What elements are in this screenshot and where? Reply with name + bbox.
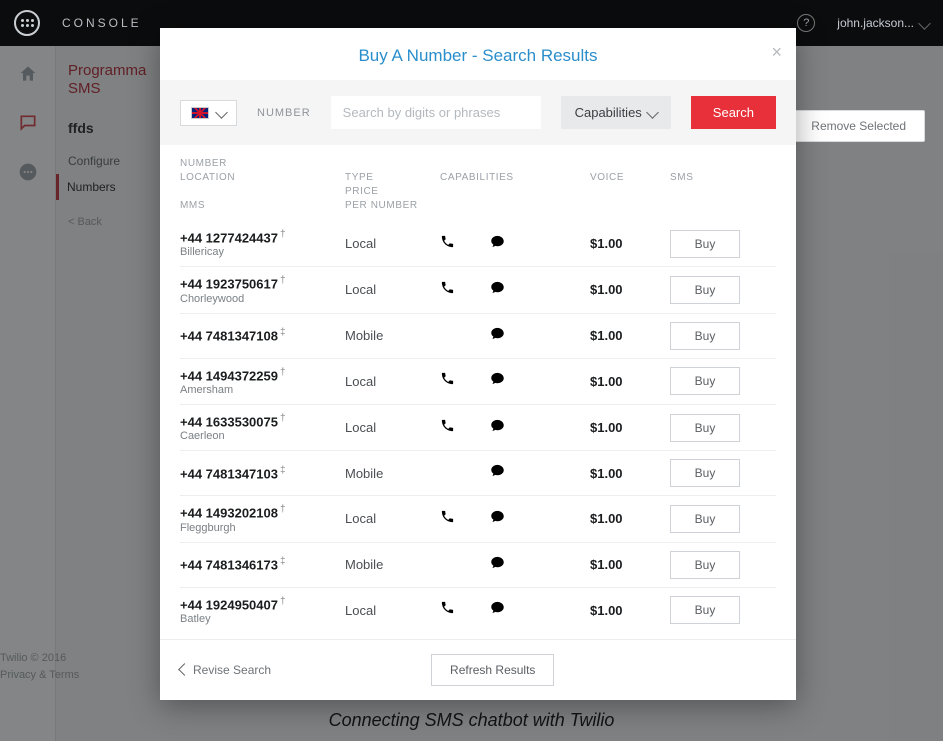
- sms-icon: [490, 600, 540, 620]
- country-select[interactable]: [180, 100, 237, 126]
- sms-icon: [490, 234, 540, 254]
- number-price: $1.00: [590, 282, 670, 297]
- buy-button[interactable]: Buy: [670, 551, 740, 579]
- number-price: $1.00: [590, 557, 670, 572]
- console-label[interactable]: CONSOLE: [62, 16, 142, 30]
- sms-icon: [490, 280, 540, 300]
- number-location: Batley: [180, 613, 345, 625]
- capabilities-button[interactable]: Capabilities: [561, 96, 671, 129]
- phone-number: +44 7481346173‡: [180, 556, 345, 572]
- sms-icon: [490, 326, 540, 346]
- number-label: NUMBER: [257, 107, 311, 119]
- buy-button[interactable]: Buy: [670, 230, 740, 258]
- number-price: $1.00: [590, 374, 670, 389]
- phone-number: +44 1494372259†: [180, 367, 345, 383]
- phone-number: +44 7481347103‡: [180, 465, 345, 481]
- phone-number: +44 7481347108‡: [180, 327, 345, 343]
- number-type: Local: [345, 374, 440, 389]
- revise-search-link[interactable]: Revise Search: [180, 663, 271, 677]
- number-type: Local: [345, 420, 440, 435]
- number-type: Local: [345, 282, 440, 297]
- search-button[interactable]: Search: [691, 96, 776, 129]
- chevron-down-icon: [215, 106, 228, 119]
- number-type: Local: [345, 511, 440, 526]
- buy-button[interactable]: Buy: [670, 276, 740, 304]
- table-row: +44 1924950407†BatleyLocal $1.00Buy: [180, 588, 776, 633]
- close-icon[interactable]: ×: [771, 42, 782, 63]
- number-location: Amersham: [180, 384, 345, 396]
- buy-button[interactable]: Buy: [670, 322, 740, 350]
- number-price: $1.00: [590, 511, 670, 526]
- number-location: Caerleon: [180, 430, 345, 442]
- voice-icon: [440, 509, 490, 529]
- number-price: $1.00: [590, 328, 670, 343]
- sms-icon: [490, 555, 540, 575]
- number-type: Local: [345, 236, 440, 251]
- number-location: Fleggburgh: [180, 522, 345, 534]
- help-icon[interactable]: ?: [797, 14, 815, 32]
- table-row: +44 1493202108† FleggburghLocal $1.00Buy: [180, 496, 776, 542]
- number-price: $1.00: [590, 420, 670, 435]
- number-type: Local: [345, 603, 440, 618]
- twilio-logo-icon[interactable]: [14, 10, 40, 36]
- buy-number-modal: Buy A Number - Search Results × NUMBER C…: [160, 28, 796, 700]
- table-row: +44 1923750617† ChorleywoodLocal $1.00Buy: [180, 267, 776, 313]
- phone-number: +44 1633530075†: [180, 413, 345, 429]
- voice-icon: [440, 418, 490, 438]
- buy-button[interactable]: Buy: [670, 414, 740, 442]
- phone-number: +44 1493202108†: [180, 504, 345, 520]
- table-row: +44 1277424437†BillericayLocal $1.00Buy: [180, 221, 776, 267]
- buy-button[interactable]: Buy: [670, 459, 740, 487]
- table-header: NUMBERLOCATION TYPE VOICE SMS MMS PRICEP…: [180, 145, 776, 221]
- voice-icon: [440, 280, 490, 300]
- phone-number: +44 1277424437†: [180, 229, 345, 245]
- chevron-left-icon: [178, 664, 191, 677]
- user-name: john.jackson...: [837, 16, 914, 30]
- phone-number: +44 1924950407†: [180, 596, 345, 612]
- phone-number: +44 1923750617†: [180, 275, 345, 291]
- chevron-down-icon: [646, 106, 659, 119]
- search-input[interactable]: [331, 96, 541, 129]
- results-table: NUMBERLOCATION TYPE VOICE SMS MMS PRICEP…: [160, 145, 796, 639]
- number-type: Mobile: [345, 557, 440, 572]
- table-row: +44 1633530075†CaerleonLocal $1.00Buy: [180, 405, 776, 451]
- sms-icon: [490, 509, 540, 529]
- number-type: Mobile: [345, 328, 440, 343]
- number-type: Mobile: [345, 466, 440, 481]
- number-price: $1.00: [590, 466, 670, 481]
- table-row: +44 7481347108‡Mobile $1.00Buy: [180, 314, 776, 359]
- number-location: Billericay: [180, 246, 345, 258]
- sms-icon: [490, 463, 540, 483]
- remove-selected-button[interactable]: Remove Selected: [792, 110, 925, 142]
- table-row: +44 1494372259†AmershamLocal $1.00Buy: [180, 359, 776, 405]
- number-price: $1.00: [590, 236, 670, 251]
- filter-bar: NUMBER Capabilities Search: [160, 80, 796, 145]
- voice-icon: [440, 600, 490, 620]
- sms-icon: [490, 371, 540, 391]
- voice-icon: [440, 234, 490, 254]
- refresh-results-button[interactable]: Refresh Results: [431, 654, 554, 686]
- table-row: +44 7481347103‡Mobile $1.00Buy: [180, 451, 776, 496]
- buy-button[interactable]: Buy: [670, 596, 740, 624]
- figure-caption: Connecting SMS chatbot with Twilio: [0, 710, 943, 731]
- number-price: $1.00: [590, 603, 670, 618]
- modal-title: Buy A Number - Search Results: [160, 46, 796, 66]
- number-location: Chorleywood: [180, 293, 345, 305]
- voice-icon: [440, 371, 490, 391]
- account-menu[interactable]: john.jackson...: [837, 16, 929, 30]
- uk-flag-icon: [191, 107, 209, 119]
- modal-footer: Revise Search Refresh Results: [160, 639, 796, 700]
- sms-icon: [490, 418, 540, 438]
- chevron-down-icon: [918, 17, 931, 30]
- buy-button[interactable]: Buy: [670, 505, 740, 533]
- buy-button[interactable]: Buy: [670, 367, 740, 395]
- table-row: +44 7481346173‡Mobile $1.00Buy: [180, 543, 776, 588]
